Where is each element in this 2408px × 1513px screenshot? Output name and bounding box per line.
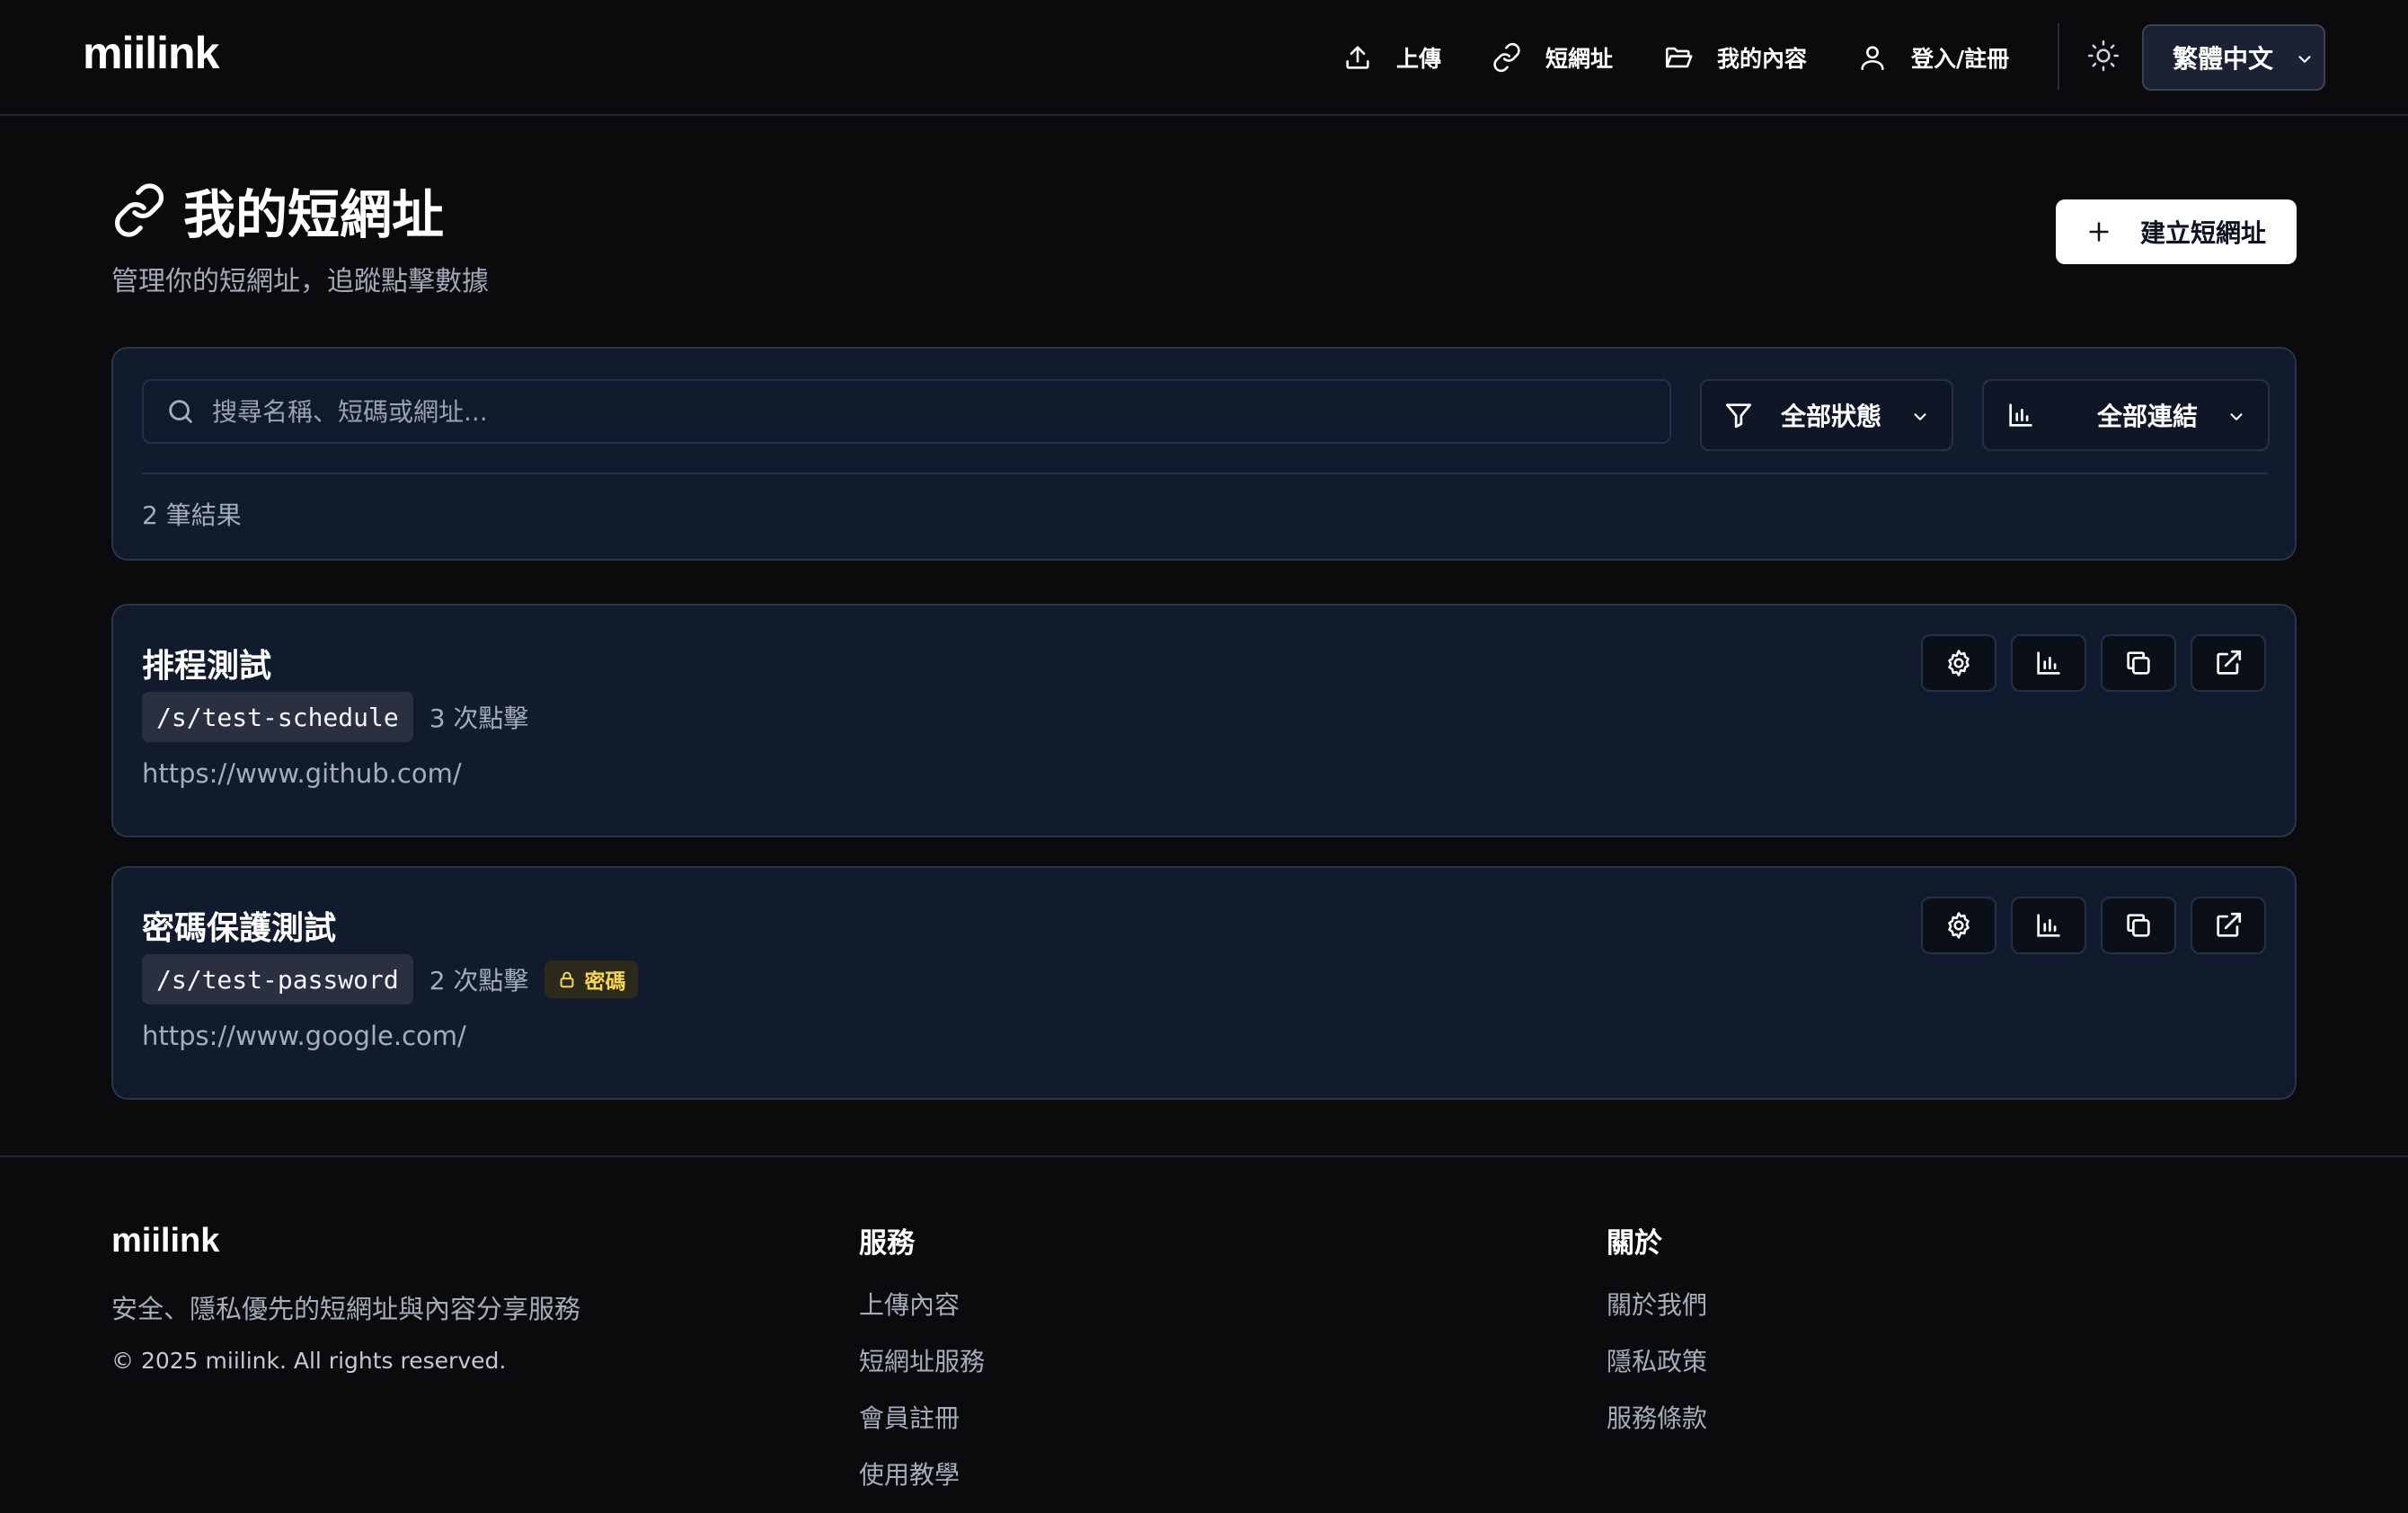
nav-divider: [2058, 23, 2059, 90]
main-nav: 上傳 短網址 我的內容 登入/註冊: [1342, 36, 2059, 79]
footer-tagline: 安全、隱私優先的短網址與內容分享服務: [111, 1294, 581, 1324]
link-name: 排程測試: [142, 648, 272, 685]
copy-icon: [2127, 651, 2150, 675]
create-short-link-button[interactable]: 建立短網址: [2056, 199, 2297, 264]
footer-link-short-url[interactable]: 短網址服務: [859, 1342, 985, 1378]
folder-open-icon: [1666, 47, 1693, 68]
stats-button[interactable]: [2011, 897, 2086, 954]
status-filter-value: 全部狀態: [1781, 402, 1882, 431]
nav-my-content-label: 我的內容: [1717, 46, 1808, 72]
link-filter-value: 全部連結: [2097, 402, 2199, 431]
copy-button[interactable]: [2101, 634, 2176, 692]
link-filter-select[interactable]: 全部連結: [1982, 379, 2270, 451]
link-icon: [1493, 42, 1520, 73]
link-name: 密碼保護測試: [142, 910, 337, 947]
search-box: [142, 379, 1671, 444]
footer-link-upload[interactable]: 上傳內容: [859, 1286, 985, 1322]
footer-link-about-us[interactable]: 關於我們: [1607, 1286, 1707, 1322]
search-input[interactable]: [212, 396, 1669, 427]
open-link-button[interactable]: [2191, 634, 2266, 692]
settings-button[interactable]: [1921, 634, 1996, 692]
link-actions: [1907, 897, 2266, 954]
nav-upload-label: 上傳: [1396, 46, 1442, 72]
external-link-icon: [2217, 912, 2242, 937]
copy-button[interactable]: [2101, 897, 2176, 954]
footer-link-terms[interactable]: 服務條款: [1607, 1399, 1707, 1435]
nav-login-label: 登入/註冊: [1911, 46, 2010, 72]
page-subtitle: 管理你的短網址，追蹤點擊數據: [111, 266, 489, 297]
plus-icon: [2089, 222, 2109, 242]
lock-icon: [561, 971, 574, 988]
link-card: 排程測試 /s/test-schedule 3 次點擊 https://www.…: [111, 604, 2297, 837]
link-actions: [1907, 634, 2266, 692]
link-card: 密碼保護測試 /s/test-password 2 次點擊 密碼 https:/…: [111, 866, 2297, 1100]
footer-link-register[interactable]: 會員註冊: [859, 1399, 985, 1435]
create-short-link-label: 建立短網址: [2140, 218, 2267, 248]
click-count: 2 次點擊: [429, 966, 529, 995]
footer-about: 關於 關於我們 隱私政策 服務條款: [1607, 1220, 1707, 1455]
page-title-row: 我的短網址: [111, 173, 489, 248]
target-url: https://www.google.com/: [142, 1021, 466, 1051]
target-url: https://www.github.com/: [142, 758, 462, 789]
footer-brand[interactable]: miilink: [111, 1222, 219, 1261]
bar-chart-icon: [2037, 914, 2060, 937]
click-count: 3 次點擊: [429, 703, 529, 733]
link-meta: /s/test-password 2 次點擊 密碼: [142, 954, 639, 1004]
language-select-value: 繁體中文: [2173, 44, 2274, 74]
page-header: 我的短網址 管理你的短網址，追蹤點擊數據: [111, 173, 489, 298]
link-icon: [115, 183, 164, 237]
link-meta: /s/test-schedule 3 次點擊: [142, 692, 528, 742]
open-link-button[interactable]: [2191, 897, 2266, 954]
language-select[interactable]: 繁體中文: [2142, 24, 2325, 91]
brand-logo[interactable]: miilink: [83, 27, 219, 79]
nav-my-content[interactable]: 我的內容: [1663, 36, 1807, 79]
footer-link-privacy[interactable]: 隱私政策: [1607, 1342, 1707, 1378]
footer-about-heading: 關於: [1607, 1227, 1662, 1260]
short-path: /s/test-schedule: [142, 692, 413, 742]
sun-icon: [2087, 40, 2120, 72]
settings-button[interactable]: [1921, 897, 1996, 954]
short-path: /s/test-password: [142, 954, 413, 1004]
filter-icon: [1725, 403, 1752, 429]
status-filter-select[interactable]: 全部狀態: [1700, 379, 1953, 451]
panel-divider: [142, 473, 2268, 474]
password-badge-label: 密碼: [584, 970, 626, 994]
upload-icon: [1346, 46, 1369, 69]
password-badge: 密碼: [544, 960, 639, 998]
footer-link-tutorial[interactable]: 使用教學: [859, 1455, 985, 1491]
footer-services: 服務 上傳內容 短網址服務 會員註冊 使用教學: [859, 1220, 985, 1512]
theme-toggle-button[interactable]: [2085, 37, 2122, 75]
copy-icon: [2127, 914, 2150, 937]
chevron-down-icon: [1914, 413, 1926, 420]
external-link-icon: [2217, 650, 2242, 675]
nav-short-link[interactable]: 短網址: [1492, 36, 1613, 79]
top-navbar: miilink 上傳 短網址 我的內容 登入/註冊 繁體中文: [0, 0, 2408, 116]
filter-panel: 全部狀態 全部連結 2 筆結果: [111, 347, 2297, 561]
search-icon: [169, 400, 192, 423]
user-icon: [1861, 46, 1884, 71]
chevron-down-icon: [2298, 56, 2311, 63]
bar-chart-icon: [2037, 651, 2060, 675]
gear-icon: [1948, 650, 1970, 677]
page-title: 我的短網址: [183, 184, 445, 245]
footer: miilink 安全、隱私優先的短網址與內容分享服務 © 2025 miilin…: [0, 1155, 2408, 1513]
nav-login[interactable]: 登入/註冊: [1857, 36, 2009, 79]
nav-short-link-label: 短網址: [1545, 46, 1614, 72]
bar-chart-icon: [2009, 403, 2032, 427]
footer-services-heading: 服務: [859, 1227, 915, 1260]
gear-icon: [1948, 912, 1970, 939]
nav-upload[interactable]: 上傳: [1342, 36, 1441, 79]
stats-button[interactable]: [2011, 634, 2086, 692]
chevron-down-icon: [2230, 413, 2243, 420]
footer-copyright: © 2025 miilink. All rights reserved.: [111, 1348, 507, 1374]
result-count: 2 筆結果: [142, 500, 242, 530]
